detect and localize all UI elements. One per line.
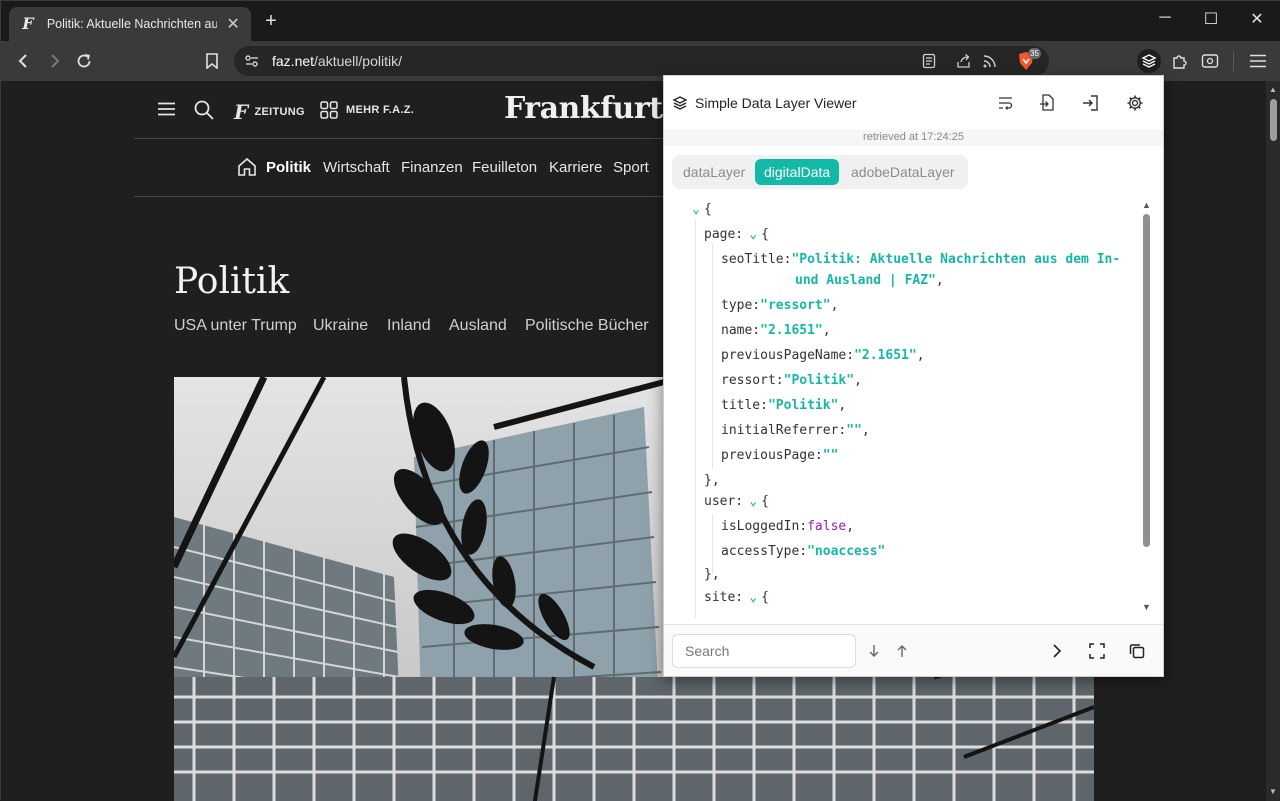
tab-digitaldata[interactable]: digitalData: [755, 159, 840, 185]
nav-wirtschaft[interactable]: Wirtschaft: [323, 159, 390, 176]
import-file-icon[interactable]: [1037, 93, 1057, 113]
maximize-button[interactable]: ☐: [1199, 9, 1223, 29]
home-icon[interactable]: [237, 157, 257, 181]
faz-favicon-icon: F: [22, 14, 34, 33]
json-row-isloggedin[interactable]: isLoggedIn:false,: [721, 517, 854, 537]
zeitung-link[interactable]: F ZEITUNG: [234, 100, 305, 124]
retrieved-timestamp: retrieved at 17:24:25: [863, 131, 964, 143]
tab-close-icon[interactable]: ✕: [225, 14, 241, 34]
json-scrollbar[interactable]: ▲ ▼: [1140, 200, 1154, 618]
site-settings-icon[interactable]: [244, 53, 260, 74]
address-bar[interactable]: faz.net/aktuell/politik/ 35: [234, 46, 1049, 76]
gear-icon[interactable]: [1125, 93, 1145, 113]
popup-header: Simple Data Layer Viewer: [664, 76, 1163, 130]
hamburger-menu-icon[interactable]: [158, 102, 175, 116]
popup-footer: [664, 624, 1163, 676]
arrow-down-icon[interactable]: [864, 641, 884, 661]
json-close-user: },: [704, 567, 720, 582]
json-row-type[interactable]: type:"ressort",: [721, 296, 838, 316]
json-row-initialreferrer[interactable]: initialReferrer:"",: [721, 421, 870, 441]
nav-finanzen[interactable]: Finanzen: [401, 159, 463, 176]
scroll-down-icon[interactable]: ▼: [1142, 602, 1151, 612]
scroll-up-icon[interactable]: ▲: [1269, 85, 1277, 94]
layers-icon: [672, 95, 688, 116]
nav-politik[interactable]: Politik: [266, 159, 311, 176]
json-row-name[interactable]: name:"2.1651",: [721, 321, 831, 341]
indent-guide: [712, 244, 713, 469]
json-row-previouspage[interactable]: previousPage:"": [721, 446, 838, 466]
share-icon[interactable]: [956, 53, 972, 74]
mehr-faz-link[interactable]: MEHR F.A.Z.: [320, 101, 414, 119]
indent-guide: [695, 220, 696, 618]
json-key-site[interactable]: site: ⌄{: [704, 588, 769, 608]
nav-feuilleton[interactable]: Feuilleton: [472, 159, 537, 176]
scroll-down-icon[interactable]: ▼: [1269, 787, 1277, 796]
subnav-ukraine[interactable]: Ukraine: [313, 317, 368, 335]
grid-icon: [320, 101, 338, 119]
subnav-inland[interactable]: Inland: [387, 317, 431, 335]
json-tree-viewer: ⌄{ page: ⌄{ seoTitle:"Politik: Aktuelle N…: [664, 200, 1149, 618]
wallet-icon[interactable]: [1198, 49, 1222, 73]
layer-tabs: dataLayer digitalData adobeDataLayer: [672, 155, 968, 189]
reader-mode-icon[interactable]: [922, 53, 936, 74]
json-key-page[interactable]: page: ⌄{: [704, 225, 769, 245]
json-row-ressort[interactable]: ressort:"Politik",: [721, 371, 862, 391]
menu-icon[interactable]: [1246, 49, 1270, 73]
subnav-politische-buecher[interactable]: Politische Bücher: [525, 317, 649, 335]
page-scrollbar[interactable]: ▲ ▼: [1266, 81, 1280, 801]
reload-button[interactable]: [72, 49, 96, 73]
nav-karriere[interactable]: Karriere: [549, 159, 602, 176]
data-layer-viewer-popup: Simple Data Layer Viewer retrieved at 17…: [663, 75, 1164, 677]
toolbar-divider: [1233, 51, 1234, 71]
json-row-seotitle[interactable]: seoTitle:"Politik: Aktuelle Nachrichten …: [721, 250, 1120, 270]
scroll-up-icon[interactable]: ▲: [1142, 200, 1151, 210]
back-button[interactable]: [12, 49, 36, 73]
json-row-title[interactable]: title:"Politik",: [721, 396, 846, 416]
json-key-user[interactable]: user: ⌄{: [704, 492, 769, 512]
bookmark-button[interactable]: [200, 49, 224, 73]
section-title: Politik: [174, 261, 290, 302]
retrieved-bar: retrieved at 17:24:25: [664, 130, 1163, 146]
tab-datalayer[interactable]: dataLayer: [674, 159, 754, 185]
chevron-down-icon[interactable]: ⌄: [745, 588, 761, 608]
nav-sport[interactable]: Sport: [613, 159, 649, 176]
minimize-button[interactable]: ─: [1153, 9, 1177, 27]
chevron-right-icon[interactable]: [1047, 641, 1067, 661]
copy-icon[interactable]: [1127, 641, 1147, 661]
close-window-button[interactable]: ✕: [1245, 9, 1269, 29]
fullscreen-icon[interactable]: [1087, 641, 1107, 661]
wrap-lines-icon[interactable]: [996, 93, 1016, 113]
faz-f-icon: F: [234, 100, 249, 124]
tab-strip: F Politik: Aktuelle Nachrichten aus ✕ + …: [1, 1, 1280, 41]
extensions-puzzle-icon[interactable]: [1168, 49, 1192, 73]
chevron-down-icon[interactable]: ⌄: [745, 225, 761, 245]
shields-count-badge: 35: [1028, 48, 1041, 59]
tab-adobedatalayer[interactable]: adobeDataLayer: [842, 159, 964, 185]
export-icon[interactable]: [1080, 93, 1100, 113]
tab-title: Politik: Aktuelle Nachrichten aus: [46, 17, 218, 31]
browser-window: F Politik: Aktuelle Nachrichten aus ✕ + …: [0, 0, 1280, 801]
page-scrollbar-thumb[interactable]: [1270, 99, 1277, 141]
search-input[interactable]: [672, 634, 856, 668]
search-icon[interactable]: [194, 100, 214, 120]
url-text: faz.net/aktuell/politik/: [272, 53, 402, 69]
forward-button[interactable]: [42, 49, 66, 73]
json-close-page: },: [704, 473, 720, 488]
popup-title: Simple Data Layer Viewer: [695, 95, 857, 111]
json-root[interactable]: ⌄{: [688, 200, 712, 220]
json-row-accesstype[interactable]: accessType:"noaccess": [721, 542, 885, 562]
subnav-usa-unter-trump[interactable]: USA unter Trump: [174, 317, 297, 335]
subnav-ausland[interactable]: Ausland: [449, 317, 507, 335]
json-row-seotitle-cont[interactable]: und Ausland | FAZ",: [795, 271, 944, 291]
chevron-down-icon[interactable]: ⌄: [688, 200, 704, 220]
browser-tab[interactable]: F Politik: Aktuelle Nachrichten aus ✕: [9, 7, 251, 41]
chevron-down-icon[interactable]: ⌄: [745, 492, 761, 512]
arrow-up-icon[interactable]: [892, 641, 912, 661]
json-scrollbar-thumb[interactable]: [1143, 214, 1150, 547]
data-layer-viewer-extension-button[interactable]: [1137, 49, 1161, 73]
rss-icon[interactable]: [982, 53, 998, 74]
json-row-previouspagename[interactable]: previousPageName:"2.1651",: [721, 346, 925, 366]
new-tab-button[interactable]: +: [260, 10, 282, 33]
